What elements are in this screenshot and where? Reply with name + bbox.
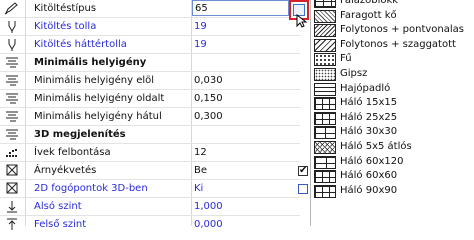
fill-option-label: Háló 15x15 xyxy=(340,97,398,109)
fill-option-label: Háló 25x25 xyxy=(340,111,398,123)
pencil-icon xyxy=(4,2,20,15)
shadow-box-icon xyxy=(4,164,20,177)
list-lines-icon xyxy=(4,56,20,69)
property-row-helyigeny-hatul[interactable]: Minimális helyigény hátul 0,300 xyxy=(0,108,300,125)
fill-option-halo-25x25[interactable]: Háló 25x25 xyxy=(311,111,474,126)
brick-pattern-icon xyxy=(314,0,336,8)
grid-pattern-icon xyxy=(314,111,336,125)
diagonal-pattern-icon xyxy=(314,24,336,38)
property-row-kitoltes-hatterttolla[interactable]: Kitöltés háttértolla 19 xyxy=(0,36,300,53)
property-label: 2D fogópontok 3D-ben xyxy=(34,183,148,194)
property-value[interactable]: Be xyxy=(194,164,290,177)
fill-option-folytonos-pontvonalas[interactable]: Folytonos + pontvonalas xyxy=(311,23,474,38)
property-value[interactable]: Ki xyxy=(194,182,290,195)
list-lines-icon xyxy=(4,92,20,105)
property-value[interactable]: 12 xyxy=(194,146,290,159)
fill-option-halo-60x120[interactable]: Háló 60x120 xyxy=(311,155,474,170)
fill-option-label: Háló 60x60 xyxy=(340,170,398,182)
level-arrow-icon xyxy=(4,200,20,213)
property-row-felso-szint[interactable]: Felső szint 0,000 xyxy=(0,216,300,233)
mouse-cursor-icon xyxy=(296,14,308,28)
property-value[interactable]: 0,000 xyxy=(194,218,290,231)
hotspots-3d-checkbox[interactable] xyxy=(298,184,308,194)
property-label: Felső szint xyxy=(34,219,87,230)
property-row-arnyekvetes[interactable]: Árnyékvetés Be xyxy=(0,162,300,179)
property-row-helyigeny-elol[interactable]: Minimális helyigény elöl 0,030 xyxy=(0,72,300,89)
grass-pattern-icon xyxy=(314,53,336,67)
gypsum-pattern-icon xyxy=(314,68,336,81)
property-row-kitoltes-tolla[interactable]: Kitöltés tolla 19 xyxy=(0,18,300,35)
group-heading: Minimális helyigény xyxy=(34,57,147,68)
list-lines-icon xyxy=(4,110,20,123)
fill-option-hajopadlo[interactable]: Hajópadló xyxy=(311,82,474,97)
property-value[interactable]: 0,030 xyxy=(194,74,290,87)
shadow-box-icon xyxy=(4,182,20,195)
fill-option-label: Falazóblokk xyxy=(340,0,399,6)
property-value[interactable]: 1,000 xyxy=(194,200,290,213)
shadow-checkbox[interactable]: ✔ xyxy=(298,166,308,176)
dot-grid-icon xyxy=(4,146,20,159)
fill-type-field[interactable]: 65 xyxy=(192,0,289,16)
level-arrow-icon xyxy=(4,218,20,231)
grid-pattern-icon xyxy=(314,155,336,169)
fill-option-label: Háló 90x90 xyxy=(340,184,398,196)
fill-option-faragott-ko[interactable]: Faragott kő xyxy=(311,9,474,24)
fill-option-label: Faragott kő xyxy=(340,9,397,21)
fill-option-label: Hajópadló xyxy=(340,82,391,94)
fill-option-halo-5x5-atlos[interactable]: Háló 5x5 átlós xyxy=(311,140,474,155)
property-label: Kitöltéstípus xyxy=(34,3,97,14)
property-row-also-szint[interactable]: Alsó szint 1,000 xyxy=(0,198,300,215)
pen-tip-icon xyxy=(4,38,20,51)
property-label: Minimális helyigény elöl xyxy=(34,75,155,86)
property-row-ivek-felbontasa[interactable]: Ívek felbontása 12 xyxy=(0,144,300,161)
property-row-2d-fogopontok[interactable]: 2D fogópontok 3D-ben Ki xyxy=(0,180,300,197)
fill-option-label: Háló 30x30 xyxy=(340,126,398,138)
property-value[interactable]: 0,150 xyxy=(194,92,290,105)
stone-pattern-icon xyxy=(314,9,336,23)
property-label: Árnyékvetés xyxy=(34,165,97,176)
fill-option-label: Háló 5x5 átlós xyxy=(340,141,412,152)
grid-pattern-icon xyxy=(314,184,336,198)
check-mark-icon: ✔ xyxy=(299,165,308,176)
fill-option-label: Fű xyxy=(340,53,352,65)
list-lines-icon xyxy=(4,128,20,141)
dashed-pattern-icon xyxy=(314,38,336,52)
grid-pattern-icon xyxy=(314,97,336,111)
property-label: Ívek felbontása xyxy=(34,147,111,158)
fill-option-halo-60x60[interactable]: Háló 60x60 xyxy=(311,169,474,184)
property-value[interactable]: 0,300 xyxy=(194,110,290,123)
fill-type-popup[interactable]: Falazóblokk Faragott kő Folytonos + pont… xyxy=(310,0,474,226)
property-row-helyigeny-oldalt[interactable]: Minimális helyigény oldalt 0,150 xyxy=(0,90,300,107)
property-label: Kitöltés háttértolla xyxy=(34,39,127,50)
diagonal-grid-pattern-icon xyxy=(314,141,336,154)
property-label: Minimális helyigény hátul xyxy=(34,111,162,122)
fill-type-value: 65 xyxy=(195,3,208,14)
plank-pattern-icon xyxy=(314,82,336,96)
fill-option-halo-90x90[interactable]: Háló 90x90 xyxy=(311,184,474,199)
property-group-3d-megjelenites[interactable]: 3D megjelenítés xyxy=(0,126,300,143)
fill-option-label: Folytonos + pontvonalas xyxy=(340,24,464,36)
grid-pattern-icon xyxy=(314,170,336,184)
fill-option-label: Háló 60x120 xyxy=(340,155,404,167)
property-label: Minimális helyigény oldalt xyxy=(34,93,165,104)
grid-pattern-icon xyxy=(314,126,336,140)
fill-option-label: Gipsz xyxy=(340,68,368,79)
fill-option-fu[interactable]: Fű xyxy=(311,52,474,67)
property-value[interactable]: 19 xyxy=(194,20,290,33)
property-group-minimalis-helyigeny[interactable]: Minimális helyigény xyxy=(0,54,300,71)
fill-option-folytonos-szaggatott[interactable]: Folytonos + szaggatott xyxy=(311,38,474,53)
fill-option-gipsz[interactable]: Gipsz xyxy=(311,67,474,82)
property-value[interactable]: 19 xyxy=(194,38,290,51)
list-lines-icon xyxy=(4,74,20,87)
fill-option-halo-30x30[interactable]: Háló 30x30 xyxy=(311,125,474,140)
property-label: Kitöltés tolla xyxy=(34,21,97,32)
pen-tip-icon xyxy=(4,20,20,33)
fill-option-label: Folytonos + szaggatott xyxy=(340,38,456,50)
property-label: Alsó szint xyxy=(34,201,82,212)
fill-option-halo-15x15[interactable]: Háló 15x15 xyxy=(311,96,474,111)
group-heading: 3D megjelenítés xyxy=(34,129,126,140)
property-grid: Kitöltéstípus 65 Kitöltés tolla 19 Kitöl… xyxy=(0,0,300,230)
